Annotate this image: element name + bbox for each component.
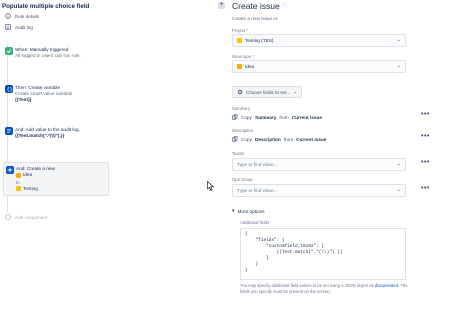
panel-title: Create issue ♡ xyxy=(232,1,287,11)
ops-group-more-button[interactable]: ••• xyxy=(421,185,430,192)
project-select[interactable]: Testing (TES) ⌄ xyxy=(232,34,406,47)
chevron-down-icon: ⌄ xyxy=(293,89,298,95)
create-issue-icon xyxy=(6,166,14,174)
description-label: Description xyxy=(232,128,253,133)
more-options-toggle[interactable]: ▾ More options xyxy=(232,208,265,214)
teams-placeholder: Type to find value... xyxy=(237,162,278,167)
step-audit-value: {{Test.match(".*(\\)").}} xyxy=(15,133,65,138)
project-label: Project * xyxy=(232,28,248,33)
description-source: Current issue xyxy=(296,136,327,142)
summary-label: Summary xyxy=(232,106,250,111)
summary-field-name: Summary xyxy=(254,114,277,120)
panel-description: Create a new issue in: xyxy=(232,16,279,21)
feedback-icon[interactable]: ♡ xyxy=(283,3,287,9)
copy-icon xyxy=(232,136,238,142)
step-issue-type-label: Idea xyxy=(23,172,33,177)
svg-text:{}: {} xyxy=(7,87,12,92)
step-create-issue[interactable]: And: Create a new Idea in Testing xyxy=(3,162,109,196)
step-variable-name: {{Test}} xyxy=(15,97,32,102)
add-component-icon xyxy=(5,214,11,220)
step-issue-type: Idea xyxy=(16,172,32,178)
choose-fields-button[interactable]: Choose fields to set... ⌄ xyxy=(232,86,302,98)
description-from-word: from xyxy=(283,136,294,142)
idea-icon xyxy=(16,172,21,178)
ops-group-label: Ops Group xyxy=(232,177,253,182)
rule-sidebar: Populate multiple choice field Rule deta… xyxy=(0,0,112,321)
additional-fields-help: You may specify additional field values … xyxy=(240,283,408,294)
nav-audit-log-label: Audit log xyxy=(15,24,33,30)
chevron-down-icon: ▾ xyxy=(232,208,235,214)
help-text: You may specify additional field values … xyxy=(240,283,374,288)
nav-rule-details[interactable]: Rule details xyxy=(5,13,39,19)
chevron-down-icon: ⌄ xyxy=(396,161,401,167)
add-component-button[interactable]: Add component xyxy=(5,214,47,220)
trigger-icon xyxy=(5,47,13,55)
issue-type-label: Issue type * xyxy=(232,54,254,59)
create-issue-panel: + Create issue ♡ Create a new issue in: … xyxy=(218,0,474,321)
step-trigger-sub: All logged in users can run rule. xyxy=(15,53,81,58)
more-options-label: More options xyxy=(237,208,265,214)
ops-group-select[interactable]: Type to find value... ⌄ xyxy=(232,184,406,197)
audit-log-icon xyxy=(5,127,13,135)
project-icon xyxy=(16,186,21,191)
summary-from-word: from xyxy=(279,114,289,120)
ops-group-placeholder: Type to find value... xyxy=(237,188,278,193)
summary-copy-row: Copy Summary from Current issue xyxy=(232,114,322,120)
add-component-label: Add component xyxy=(15,214,48,220)
info-icon xyxy=(5,13,11,19)
step-project-label: Testing xyxy=(23,185,38,191)
gear-icon xyxy=(237,89,243,95)
description-more-button[interactable]: ••• xyxy=(421,133,430,140)
nav-rule-details-label: Rule details xyxy=(15,13,40,19)
chevron-down-icon: ⌄ xyxy=(396,187,401,193)
teams-label: Teams xyxy=(232,151,245,156)
description-copy-row: Copy Description from Current issue xyxy=(232,136,326,142)
teams-more-button[interactable]: ••• xyxy=(421,159,430,166)
description-field-name: Description xyxy=(254,136,281,142)
create-issue-panel-icon: + xyxy=(218,2,225,9)
choose-fields-label: Choose fields to set... xyxy=(246,89,291,95)
summary-more-button[interactable]: ••• xyxy=(421,111,430,118)
variable-icon: {} xyxy=(5,85,13,93)
copy-icon xyxy=(232,114,238,120)
issue-type-select[interactable]: Idea ⌄ xyxy=(232,60,406,73)
additional-fields-label: Additional fields xyxy=(240,220,270,225)
additional-fields-editor[interactable]: { "fields": { "customfield_10182": [ {{T… xyxy=(240,228,406,280)
documented-link[interactable]: documented xyxy=(375,283,398,288)
teams-select[interactable]: Type to find value... ⌄ xyxy=(232,158,406,171)
chevron-down-icon: ⌄ xyxy=(396,37,401,43)
step-project: Testing xyxy=(16,186,38,192)
project-avatar-icon xyxy=(237,38,242,43)
panel-title-text: Create issue xyxy=(232,1,280,11)
nav-audit-log[interactable]: Audit log xyxy=(5,24,33,30)
step-audit-log[interactable]: And: Add value to the audit log. {{Test.… xyxy=(3,124,109,142)
rule-title: Populate multiple choice field xyxy=(2,3,90,10)
list-icon xyxy=(5,24,11,30)
description-copy-word: Copy xyxy=(241,136,252,142)
chevron-down-icon: ⌄ xyxy=(396,63,401,69)
step-trigger[interactable]: When: Manually triggered All logged in u… xyxy=(3,44,109,62)
summary-source: Current issue xyxy=(291,114,322,120)
mouse-cursor-icon xyxy=(207,181,215,191)
step-create-variable[interactable]: {} Then: Create variable Create smart va… xyxy=(3,82,109,106)
project-select-value: Testing (TES) xyxy=(245,38,274,43)
idea-type-icon xyxy=(237,64,242,69)
summary-copy-word: Copy xyxy=(241,114,252,120)
issue-type-select-value: Idea xyxy=(245,64,255,69)
